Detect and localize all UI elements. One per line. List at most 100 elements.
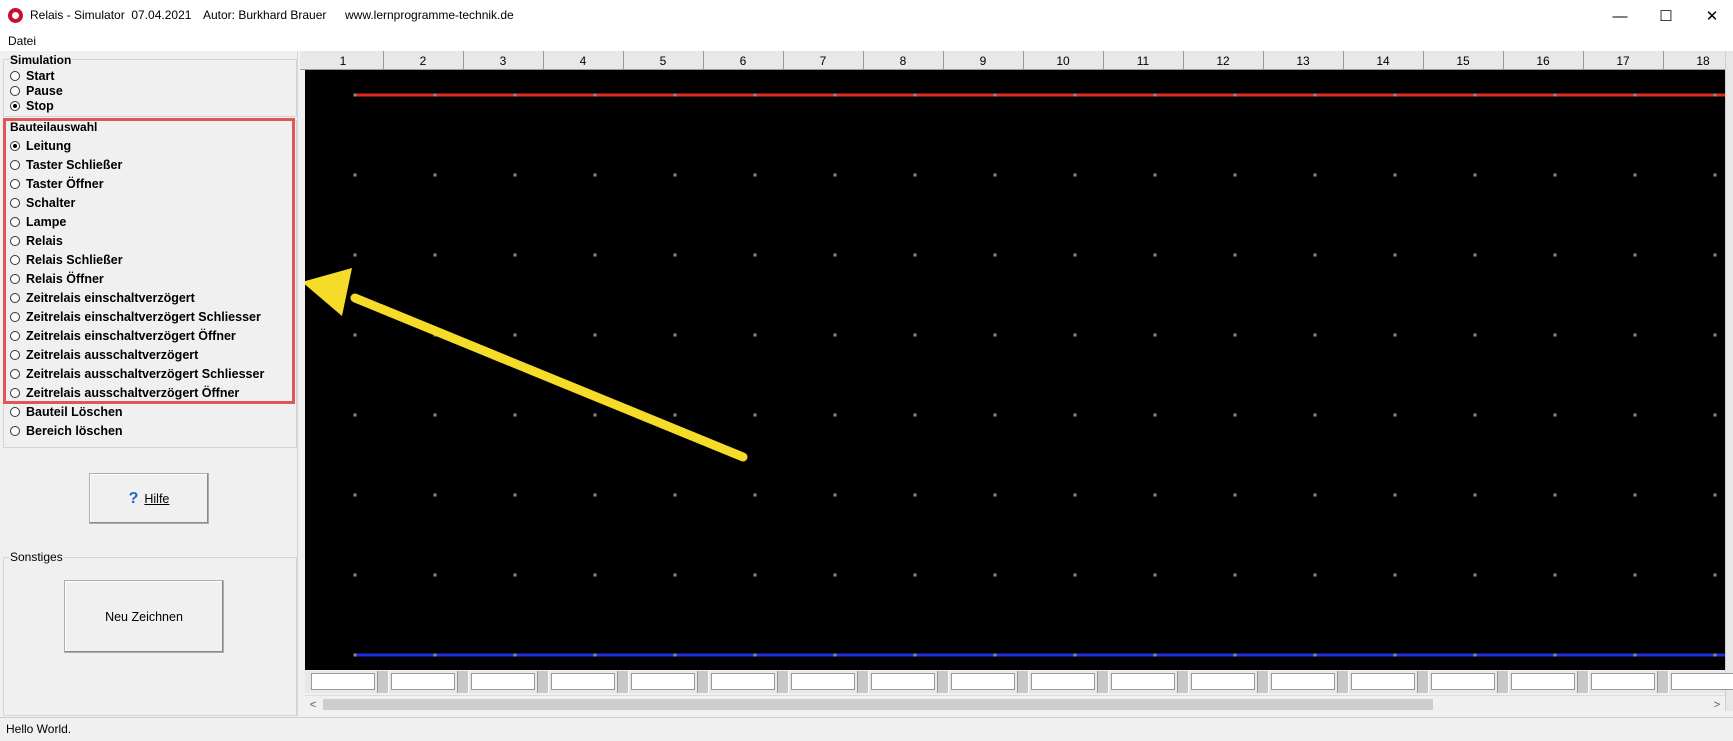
drawing-canvas[interactable]: [305, 70, 1725, 670]
status-bar: Hello World.: [0, 717, 1733, 741]
radio-button[interactable]: [10, 101, 20, 111]
app-icon[interactable]: [8, 8, 23, 23]
grid-dot: [593, 173, 597, 177]
scroll-left-icon[interactable]: <: [305, 697, 321, 712]
radio-option[interactable]: Bauteil Löschen: [10, 403, 123, 421]
input-cell[interactable]: [471, 673, 535, 690]
grid-dot: [753, 413, 757, 417]
grid-dot: [1553, 413, 1557, 417]
close-icon[interactable]: ✕: [1689, 0, 1733, 32]
ruler-tick: [1503, 51, 1504, 69]
grid-dot: [833, 173, 837, 177]
input-cell[interactable]: [1191, 673, 1255, 690]
grid-dot: [1313, 413, 1317, 417]
minimize-icon[interactable]: —: [1597, 0, 1643, 32]
scroll-thumb[interactable]: [323, 699, 1433, 710]
cell-separator: [1177, 671, 1189, 693]
grid-dot: [673, 333, 677, 337]
grid-dot: [1073, 493, 1077, 497]
menu-datei[interactable]: Datei: [8, 34, 36, 48]
input-cell[interactable]: [551, 673, 615, 690]
radio-button[interactable]: [10, 71, 20, 81]
grid-dot: [753, 333, 757, 337]
cell-separator: [1417, 671, 1429, 693]
cell-separator: [857, 671, 869, 693]
panel-divider: [297, 51, 298, 716]
ruler-tick: [383, 51, 384, 69]
grid-dot: [1553, 653, 1557, 657]
grid-dot: [513, 173, 517, 177]
ruler-column-number: 4: [579, 54, 587, 68]
grid-dot: [1393, 413, 1397, 417]
grid-dot: [753, 573, 757, 577]
grid-dot: [1313, 653, 1317, 657]
input-cell[interactable]: [711, 673, 775, 690]
radio-button[interactable]: [10, 426, 20, 436]
grid-dot: [1633, 333, 1637, 337]
redraw-button[interactable]: Neu Zeichnen: [64, 580, 224, 653]
grid-dot: [1553, 173, 1557, 177]
grid-dot: [1233, 493, 1237, 497]
grid-dot: [1473, 253, 1477, 257]
vertical-scrollbar[interactable]: [1725, 51, 1733, 711]
grid-dot: [913, 653, 917, 657]
input-cell[interactable]: [1351, 673, 1415, 690]
input-cell[interactable]: [311, 673, 375, 690]
grid-dot: [1633, 493, 1637, 497]
grid-dot: [673, 653, 677, 657]
grid-dot: [1393, 93, 1397, 97]
grid-dot: [1393, 333, 1397, 337]
grid-dot: [1713, 173, 1717, 177]
grid-dot: [1153, 573, 1157, 577]
input-cell[interactable]: [631, 673, 695, 690]
input-cell[interactable]: [791, 673, 855, 690]
input-cell[interactable]: [1511, 673, 1575, 690]
website-text: www.lernprogramme-technik.de: [345, 8, 514, 22]
grid-dot: [1233, 253, 1237, 257]
input-cell[interactable]: [1431, 673, 1495, 690]
scroll-right-icon[interactable]: >: [1709, 697, 1725, 712]
grid-dot: [913, 493, 917, 497]
grid-dot: [1713, 493, 1717, 497]
grid-dot: [513, 333, 517, 337]
grid-dot: [1553, 493, 1557, 497]
ruler-column-number: 18: [1696, 54, 1710, 68]
input-cell[interactable]: [871, 673, 935, 690]
grid-dot: [433, 493, 437, 497]
radio-button[interactable]: [10, 86, 20, 96]
cell-separator: [777, 671, 789, 693]
grid-dot: [513, 493, 517, 497]
ruler-tick: [543, 51, 544, 69]
ruler-tick: [1023, 51, 1024, 69]
grid-dot: [1473, 653, 1477, 657]
maximize-icon[interactable]: ☐: [1643, 0, 1689, 32]
radio-option[interactable]: Stop: [10, 97, 54, 115]
ruler-tick: [1423, 51, 1424, 69]
ruler-column-number: 12: [1216, 54, 1230, 68]
grid-dot: [913, 173, 917, 177]
input-cell[interactable]: [1031, 673, 1095, 690]
radio-option[interactable]: Bereich löschen: [10, 422, 123, 440]
cell-separator: [1497, 671, 1509, 693]
cell-separator: [1657, 671, 1669, 693]
input-cell[interactable]: [951, 673, 1015, 690]
grid-dot: [353, 173, 357, 177]
grid-dot: [1713, 93, 1717, 97]
radio-button[interactable]: [10, 407, 20, 417]
grid-dot: [993, 653, 997, 657]
input-cell[interactable]: [1271, 673, 1335, 690]
input-cell[interactable]: [1671, 673, 1733, 690]
grid-dot: [1393, 253, 1397, 257]
grid-dot: [673, 253, 677, 257]
help-button[interactable]: ? Hilfe: [89, 473, 209, 524]
input-cells-row: [305, 671, 1733, 693]
grid-dot: [673, 173, 677, 177]
input-cell[interactable]: [391, 673, 455, 690]
ruler-column-number: 6: [739, 54, 747, 68]
grid-dot: [1233, 93, 1237, 97]
input-cell[interactable]: [1591, 673, 1655, 690]
grid-dot: [1473, 573, 1477, 577]
horizontal-scrollbar[interactable]: < >: [305, 695, 1725, 713]
grid-dot: [1633, 253, 1637, 257]
input-cell[interactable]: [1111, 673, 1175, 690]
